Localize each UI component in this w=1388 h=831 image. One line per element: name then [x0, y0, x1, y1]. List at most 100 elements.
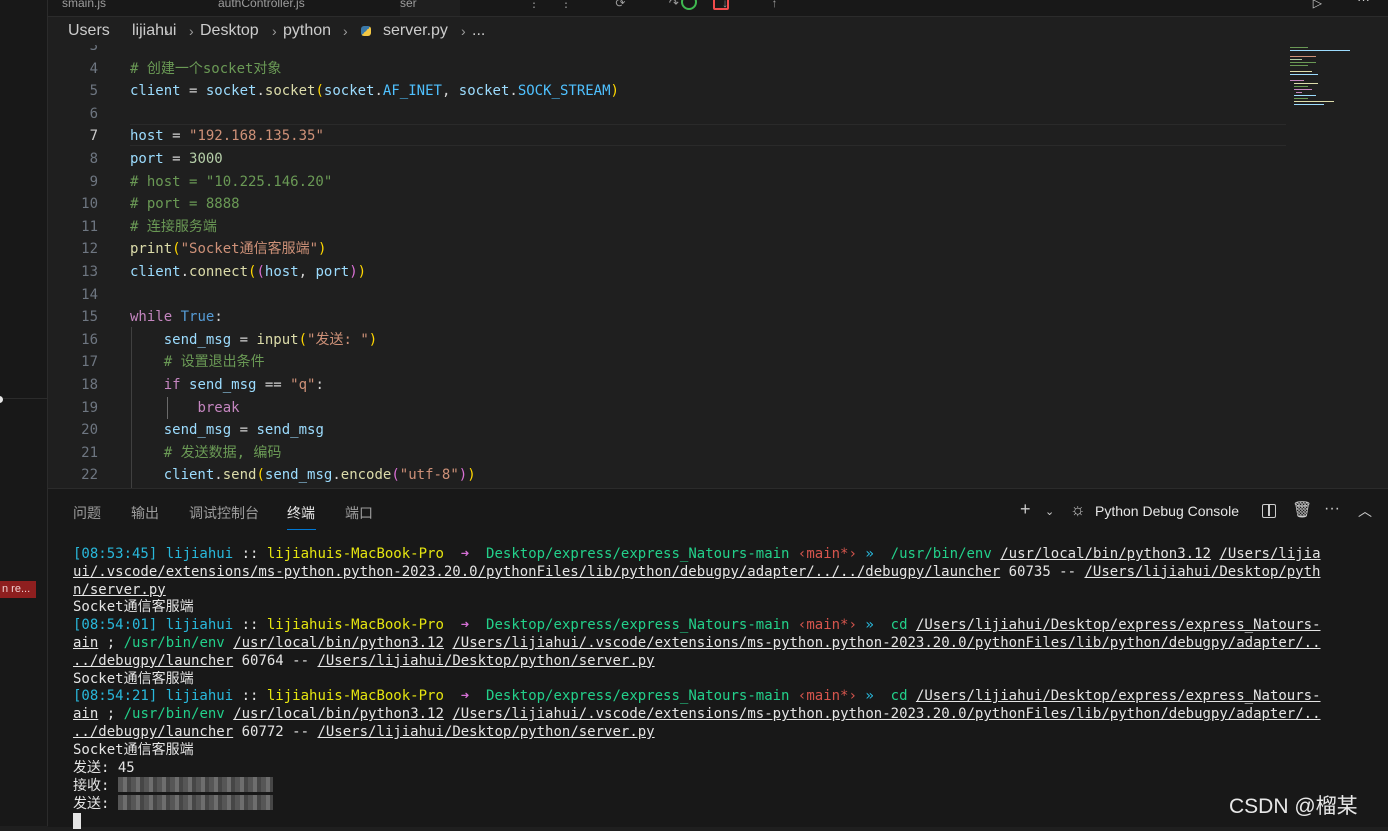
terminal-text: /Users/lijiahui/Desktop/pyth: [1084, 563, 1321, 580]
stop-icon[interactable]: [713, 0, 729, 10]
code-token: # 设置退出条件: [163, 354, 265, 371]
code-line[interactable]: 17 # 设置退出条件: [48, 351, 1286, 374]
code-token: .: [332, 467, 341, 484]
minimap[interactable]: [1288, 45, 1368, 115]
line-number: 19: [81, 399, 98, 416]
code-token: send_msg: [189, 377, 257, 393]
terminal-text: ../debugpy/launcher: [73, 652, 234, 669]
resize-handle-left[interactable]: [0, 396, 3, 403]
code-line[interactable]: 3: [48, 45, 1286, 58]
line-number: 8: [89, 151, 98, 167]
terminal-line: [08:54:21] lijiahui :: lijiahuis-MacBook…: [73, 688, 1388, 706]
code-line[interactable]: 4 # 创建一个socket对象: [48, 58, 1286, 81]
code-token: ): [368, 331, 378, 348]
chevron-down-icon[interactable]: ⌄: [1045, 505, 1054, 518]
code-line[interactable]: 18 if send_msg == "q":: [48, 374, 1286, 397]
breadcrumb-item[interactable]: Desktop: [200, 17, 259, 45]
breadcrumb-item[interactable]: Users: [68, 17, 110, 45]
active-tab-indicator: [287, 529, 316, 530]
code-line[interactable]: 11 # 连接服务端: [48, 216, 1286, 239]
code-token: break: [197, 399, 240, 416]
code-line[interactable]: 9 # host = "10.225.146.20": [48, 171, 1286, 194]
tab-terminal[interactable]: 终端: [287, 503, 315, 523]
breadcrumb-symbols[interactable]: ...: [472, 17, 485, 45]
code-token: send_msg: [264, 467, 333, 484]
terminal-text: ui/.vscode/extensions/ms-python.python-2…: [73, 563, 1001, 580]
breadcrumb: Users › lijiahui › Desktop › python › se…: [48, 17, 1388, 45]
chevron-up-icon[interactable]: ︿: [1358, 501, 1372, 521]
more-actions-icon[interactable]: ···: [1324, 500, 1340, 518]
terminal-line: ../debugpy/launcher 60764 -- /Users/liji…: [73, 653, 1388, 671]
code-token: .: [509, 83, 518, 100]
code-token: "192.168.135.35": [189, 128, 324, 145]
terminal-line: n/server.py: [73, 582, 1388, 600]
split-terminal-icon[interactable]: [1262, 504, 1276, 518]
code-line[interactable]: 19 break: [48, 397, 1286, 420]
code-text: port = 3000: [130, 148, 223, 171]
code-editor[interactable]: 3 4 # 创建一个socket对象 5 client = socket.socket(…: [48, 45, 1388, 488]
code-line[interactable]: 8 port = 3000: [48, 148, 1286, 171]
terminal-text: ➜: [443, 617, 487, 634]
line-number: 21: [81, 444, 98, 461]
line-number: 16: [81, 331, 98, 348]
run-icon[interactable]: ▷: [1313, 0, 1322, 10]
line-number: 6: [89, 105, 98, 122]
terminal-text: ‹main*›: [789, 617, 857, 634]
new-terminal-icon[interactable]: +: [1020, 499, 1031, 520]
code-token: "发送: ": [307, 331, 369, 348]
code-line[interactable]: 14: [48, 284, 1286, 307]
code-token: # 发送数据, 编码: [163, 444, 282, 461]
code-text: # 创建一个socket对象: [130, 58, 281, 81]
tab-output[interactable]: 输出: [131, 503, 159, 523]
code-line[interactable]: 7 host = "192.168.135.35": [48, 125, 1286, 148]
indent-guide: [131, 327, 132, 488]
tab-smain[interactable]: smain.js: [62, 0, 212, 16]
tab-server[interactable]: ser: [400, 0, 460, 16]
terminal-text: ;: [98, 706, 124, 723]
tab-debug-console[interactable]: 调试控制台: [189, 503, 259, 523]
code-line[interactable]: 5 client = socket.socket(socket.AF_INET, …: [48, 80, 1286, 103]
terminal-output[interactable]: [08:53:45] lijiahui :: lijiahuis-MacBook…: [73, 546, 1388, 831]
code-line[interactable]: 15 while True:: [48, 306, 1286, 329]
terminal-line: 发送: 45: [73, 760, 1388, 778]
code-text: client = socket.socket(socket.AF_INET, s…: [130, 80, 619, 103]
terminal-text: Desktop/express/express_Natours-main: [486, 617, 790, 634]
code-line[interactable]: 22 client.send(send_msg.encode("utf-8")): [48, 464, 1286, 487]
terminal-text: »: [856, 546, 891, 562]
terminal-text: cd: [890, 617, 908, 634]
more-actions-icon[interactable]: ···: [1357, 0, 1370, 7]
code-line[interactable]: 20 send_msg = send_msg: [48, 419, 1286, 442]
tab-problems[interactable]: 问题: [73, 503, 101, 523]
sidebar-tag[interactable]: n re...: [0, 581, 36, 598]
breadcrumb-item[interactable]: lijiahui: [132, 17, 176, 45]
code-line[interactable]: 12 print("Socket通信客服端"): [48, 238, 1286, 261]
code-line[interactable]: 10 # port = 8888: [48, 193, 1286, 216]
code-text: if send_msg == "q":: [130, 374, 324, 397]
code-token: port: [130, 151, 164, 167]
tab-authcontroller[interactable]: authController.js: [218, 0, 398, 16]
code-token: port: [315, 264, 350, 280]
terminal-selector[interactable]: Python Debug Console: [1095, 503, 1239, 519]
code-line[interactable]: 16 send_msg = input("发送: "): [48, 329, 1286, 352]
breadcrumb-file[interactable]: server.py: [383, 17, 448, 45]
trash-icon[interactable]: 🗑: [1292, 500, 1312, 520]
code-token: encode: [340, 467, 392, 484]
code-line[interactable]: 13 client.connect((host, port)): [48, 261, 1286, 284]
terminal-line: ../debugpy/launcher 60772 -- /Users/liji…: [73, 724, 1388, 742]
code-line[interactable]: 21 # 发送数据, 编码: [48, 442, 1286, 465]
code-token: ): [349, 264, 358, 280]
code-token: (: [315, 83, 324, 100]
terminal-cursor: [73, 812, 81, 829]
code-token: ): [467, 467, 476, 484]
terminal-text: lijiahui: [165, 688, 234, 705]
code-token: .: [214, 467, 223, 484]
code-token: True: [180, 309, 215, 326]
terminal-text: 60764 --: [233, 652, 318, 669]
code-line[interactable]: 6: [48, 103, 1286, 126]
breadcrumb-item[interactable]: python: [283, 17, 331, 45]
tab-ports[interactable]: 端口: [345, 503, 373, 523]
